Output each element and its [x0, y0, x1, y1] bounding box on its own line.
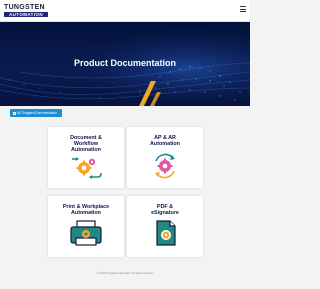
product-card-pdf-esignature[interactable]: PDF & eSignature	[127, 196, 203, 257]
product-card-document-workflow[interactable]: Document & Workflow Automation	[48, 127, 124, 188]
hero-banner: Product Documentation	[0, 22, 250, 106]
footer-copyright: © 2024 Tungsten Automation. All rights r…	[96, 272, 154, 275]
gear-cycle-icon	[155, 153, 175, 179]
hamburger-menu-icon[interactable]	[240, 6, 246, 12]
grid-icon	[13, 111, 16, 115]
all-documentation-label: All Tungsten Documentation	[17, 111, 57, 115]
logo-tagline: AUTOMATION	[4, 12, 48, 17]
product-card-print-workplace[interactable]: Print & Workplace Automation	[48, 196, 124, 257]
logo-wordmark: TUNGSTEN	[4, 4, 45, 11]
document-gear-icon	[156, 220, 176, 246]
printer-gear-icon	[70, 220, 102, 246]
card-title: Document & Workflow Automation	[70, 135, 102, 153]
tungsten-logo[interactable]: TUNGSTEN AUTOMATION	[4, 4, 48, 17]
gears-arrows-icon	[72, 157, 102, 179]
page-title: Product Documentation	[73, 58, 176, 68]
product-card-ap-ar[interactable]: AP & AR Automation	[127, 127, 203, 188]
card-title: Print & Workplace Automation	[62, 204, 110, 216]
card-title: PDF & eSignature	[151, 204, 179, 216]
all-documentation-button[interactable]: All Tungsten Documentation	[10, 109, 62, 117]
site-header: TUNGSTEN AUTOMATION	[0, 0, 250, 22]
card-title: AP & AR Automation	[150, 135, 180, 147]
